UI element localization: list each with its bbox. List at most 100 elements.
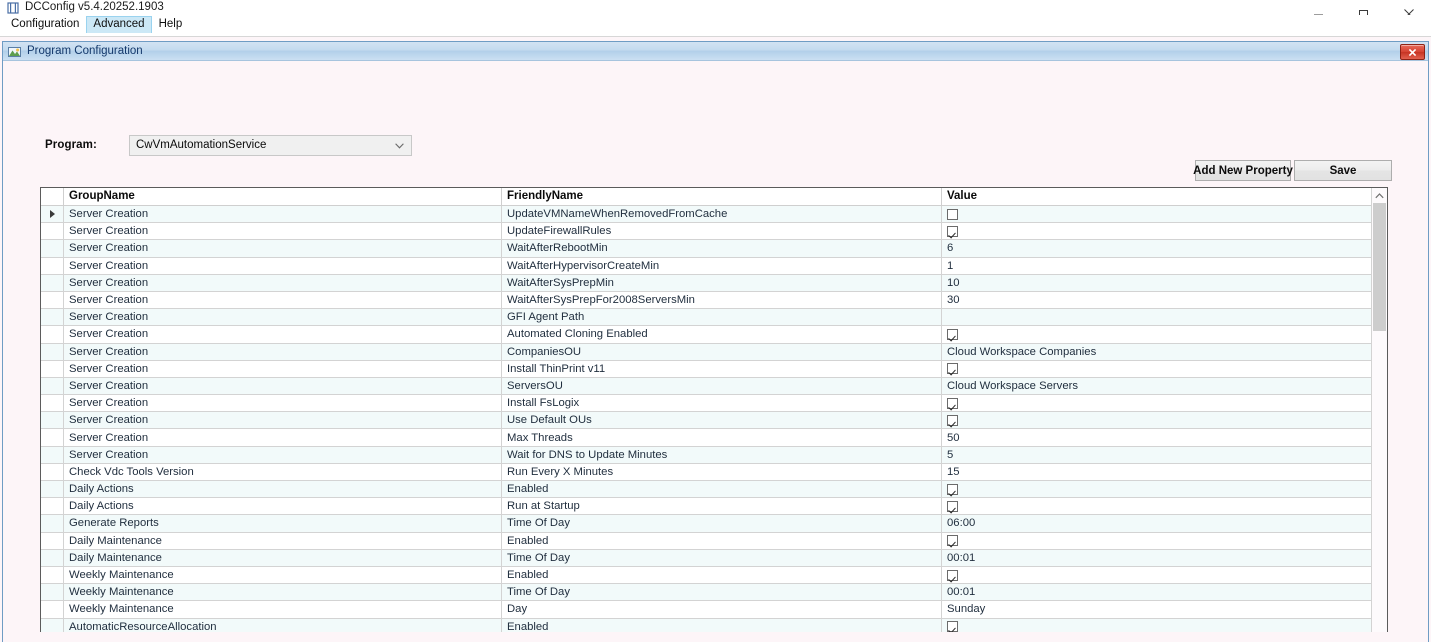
checkbox-checked-icon[interactable] [947,415,958,426]
table-row[interactable]: Generate ReportsTime Of Day06:00 [41,515,1372,532]
cell-value[interactable]: 30 [942,292,1372,308]
checkbox-checked-icon[interactable] [947,484,958,495]
cell-value[interactable] [942,412,1372,428]
cell-groupname[interactable]: Weekly Maintenance [64,584,502,600]
table-row[interactable]: Check Vdc Tools VersionRun Every X Minut… [41,464,1372,481]
column-header-friendlyname[interactable]: FriendlyName [502,188,942,205]
cell-friendlyname[interactable]: Time Of Day [502,550,942,566]
row-selector-cell[interactable] [41,344,64,360]
cell-groupname[interactable]: Server Creation [64,309,502,325]
row-selector-cell[interactable] [41,361,64,377]
table-row[interactable]: Server CreationInstall FsLogix [41,395,1372,412]
row-selector-cell[interactable] [41,258,64,274]
program-dropdown[interactable]: CwVmAutomationService [129,135,412,156]
row-selector-cell[interactable] [41,395,64,411]
table-row[interactable]: Server CreationMax Threads50 [41,429,1372,446]
cell-groupname[interactable]: Server Creation [64,447,502,463]
cell-value[interactable]: 6 [942,240,1372,256]
row-selector-cell[interactable] [41,533,64,549]
scroll-up-icon[interactable] [1372,188,1387,203]
row-selector-cell[interactable] [41,240,64,256]
cell-friendlyname[interactable]: WaitAfterSysPrepFor2008ServersMin [502,292,942,308]
cell-value[interactable]: Sunday [942,601,1372,617]
row-selector-cell[interactable] [41,429,64,445]
cell-value[interactable]: 00:01 [942,550,1372,566]
cell-groupname[interactable]: Server Creation [64,275,502,291]
cell-friendlyname[interactable]: WaitAfterHypervisorCreateMin [502,258,942,274]
cell-value[interactable]: 06:00 [942,515,1372,531]
cell-friendlyname[interactable]: Run at Startup [502,498,942,514]
column-header-groupname[interactable]: GroupName [64,188,502,205]
menu-item-configuration[interactable]: Configuration [4,16,86,34]
table-row[interactable]: Server CreationUse Default OUs [41,412,1372,429]
column-header-value[interactable]: Value [942,188,1372,205]
cell-friendlyname[interactable]: UpdateVMNameWhenRemovedFromCache [502,206,942,222]
cell-groupname[interactable]: Server Creation [64,361,502,377]
cell-groupname[interactable]: Check Vdc Tools Version [64,464,502,480]
cell-friendlyname[interactable]: Time Of Day [502,584,942,600]
cell-value[interactable] [942,533,1372,549]
checkbox-checked-icon[interactable] [947,535,958,546]
row-selector-cell[interactable] [41,378,64,394]
row-selector-cell[interactable] [41,292,64,308]
checkbox-checked-icon[interactable] [947,570,958,581]
table-row[interactable]: Server CreationAutomated Cloning Enabled [41,326,1372,343]
cell-groupname[interactable]: Server Creation [64,429,502,445]
cell-groupname[interactable]: Daily Maintenance [64,533,502,549]
cell-value[interactable] [942,326,1372,342]
cell-value[interactable] [942,481,1372,497]
table-row[interactable]: Server CreationWaitAfterHypervisorCreate… [41,258,1372,275]
row-selector-cell[interactable] [41,447,64,463]
cell-value[interactable] [942,206,1372,222]
table-row[interactable]: Daily ActionsRun at Startup [41,498,1372,515]
cell-groupname[interactable]: Server Creation [64,206,502,222]
cell-value[interactable] [942,395,1372,411]
table-row[interactable]: Server CreationUpdateVMNameWhenRemovedFr… [41,206,1372,223]
cell-value[interactable] [942,567,1372,583]
table-row[interactable]: Server CreationGFI Agent Path [41,309,1372,326]
cell-groupname[interactable]: Server Creation [64,412,502,428]
cell-value[interactable]: 15 [942,464,1372,480]
menu-item-advanced[interactable]: Advanced [86,16,151,34]
row-selector-cell[interactable] [41,498,64,514]
cell-value[interactable]: 50 [942,429,1372,445]
cell-friendlyname[interactable]: WaitAfterSysPrepMin [502,275,942,291]
row-selector-cell[interactable] [41,206,64,222]
row-selector-cell[interactable] [41,601,64,617]
cell-groupname[interactable]: Server Creation [64,378,502,394]
cell-groupname[interactable]: Server Creation [64,326,502,342]
cell-friendlyname[interactable]: Wait for DNS to Update Minutes [502,447,942,463]
table-row[interactable]: Weekly MaintenanceTime Of Day00:01 [41,584,1372,601]
cell-groupname[interactable]: Daily Actions [64,481,502,497]
cell-groupname[interactable]: Server Creation [64,292,502,308]
cell-value[interactable]: 1 [942,258,1372,274]
table-row[interactable]: Server CreationCompaniesOUCloud Workspac… [41,344,1372,361]
child-close-button[interactable] [1400,44,1425,60]
cell-friendlyname[interactable]: Max Threads [502,429,942,445]
cell-friendlyname[interactable]: CompaniesOU [502,344,942,360]
cell-friendlyname[interactable]: GFI Agent Path [502,309,942,325]
row-selector-cell[interactable] [41,567,64,583]
column-header-selector[interactable] [41,188,64,205]
table-row[interactable]: Server CreationWait for DNS to Update Mi… [41,447,1372,464]
table-row[interactable]: Weekly MaintenanceEnabled [41,567,1372,584]
cell-groupname[interactable]: Server Creation [64,344,502,360]
cell-friendlyname[interactable]: Enabled [502,533,942,549]
table-row[interactable]: Weekly MaintenanceDaySunday [41,601,1372,618]
checkbox-checked-icon[interactable] [947,398,958,409]
row-selector-cell[interactable] [41,464,64,480]
row-selector-cell[interactable] [41,223,64,239]
cell-friendlyname[interactable]: Day [502,601,942,617]
cell-friendlyname[interactable]: UpdateFirewallRules [502,223,942,239]
cell-value[interactable] [942,361,1372,377]
menu-item-help[interactable]: Help [152,16,190,34]
cell-friendlyname[interactable]: WaitAfterRebootMin [502,240,942,256]
cell-groupname[interactable]: Daily Actions [64,498,502,514]
table-row[interactable]: Server CreationWaitAfterSysPrepFor2008Se… [41,292,1372,309]
checkbox-unchecked-icon[interactable] [947,209,958,220]
cell-groupname[interactable]: Weekly Maintenance [64,601,502,617]
cell-groupname[interactable]: Server Creation [64,223,502,239]
cell-groupname[interactable]: Server Creation [64,395,502,411]
save-button[interactable]: Save [1294,160,1392,181]
row-selector-cell[interactable] [41,481,64,497]
